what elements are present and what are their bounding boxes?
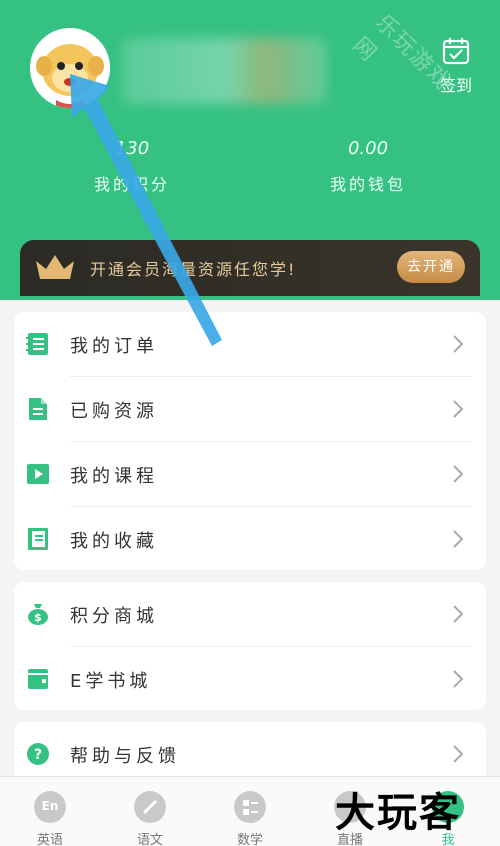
menu-item-points-mall[interactable]: $ 积分商城 [14,582,486,646]
tab-label: 英语 [36,833,63,846]
avatar[interactable] [30,28,110,108]
pencil-icon [134,791,166,823]
profile-header: 乐玩游戏网 签到 130 我的积分 0.00 我的钱包 开通会员海量资源任您学!… [0,0,500,300]
help-icon: ? [27,743,49,765]
tab-math[interactable]: 数学 [220,791,280,846]
cartoon-monkey-avatar-icon [30,28,110,108]
menu-item-label: 我的课程 [70,466,158,487]
menu-item-label: 积分商城 [70,606,158,627]
menu-item-courses[interactable]: 我的课程 [14,442,486,506]
chevron-right-icon [453,605,464,623]
chevron-right-icon [453,530,464,548]
blurred-username [122,38,327,104]
menu-card-main: 我的订单 已购资源 我的课程 我的收藏 [14,312,486,570]
checkin-button[interactable]: 签到 [430,36,482,100]
svg-text:?: ? [34,747,42,763]
svg-text:$: $ [34,611,42,624]
vip-promo-text: 开通会员海量资源任您学! [90,260,297,279]
menu-item-label: 帮助与反馈 [70,746,180,767]
menu-item-label: 我的收藏 [70,531,158,552]
tab-chinese[interactable]: 语文 [120,791,180,846]
money-bag-icon: $ [28,604,48,625]
menu-item-label: E学书城 [70,671,152,692]
menu-item-label: 我的订单 [70,336,158,357]
book-store-icon [28,669,48,689]
wallet-stat[interactable]: 0.00 我的钱包 [288,138,448,195]
wallet-label: 我的钱包 [329,175,406,194]
chevron-right-icon [453,400,464,418]
vip-banner[interactable]: 开通会员海量资源任您学! 去开通 [20,240,480,296]
menu-item-purchased[interactable]: 已购资源 [14,377,486,441]
points-value: 130 [114,138,150,159]
points-stat[interactable]: 130 我的积分 [52,138,212,195]
wallet-value: 0.00 [347,138,389,159]
vip-open-button[interactable]: 去开通 [397,251,465,283]
watermark-bottom: 大玩客 [335,789,461,836]
chevron-right-icon [453,745,464,763]
bookmark-book-icon [28,528,48,550]
menu-item-book-store[interactable]: E学书城 [14,647,486,711]
menu-item-orders[interactable]: 我的订单 [14,312,486,376]
order-icon [26,333,48,355]
menu-card-store: $ 积分商城 E学书城 [14,582,486,710]
chevron-right-icon [453,465,464,483]
menu-item-label: 已购资源 [70,401,158,422]
tab-english[interactable]: En 英语 [20,791,80,846]
points-label: 我的积分 [93,175,170,194]
chevron-right-icon [453,670,464,688]
play-course-icon [27,464,49,484]
english-en-icon: En [34,791,66,823]
math-icon [234,791,266,823]
calendar-check-icon [442,38,470,65]
chevron-right-icon [453,335,464,353]
crown-icon [36,255,74,279]
purchased-doc-icon [29,398,47,420]
menu-item-favorites[interactable]: 我的收藏 [14,507,486,571]
tab-label: 数学 [236,833,263,846]
tab-label: 语文 [136,833,163,846]
checkin-label: 签到 [439,76,472,95]
